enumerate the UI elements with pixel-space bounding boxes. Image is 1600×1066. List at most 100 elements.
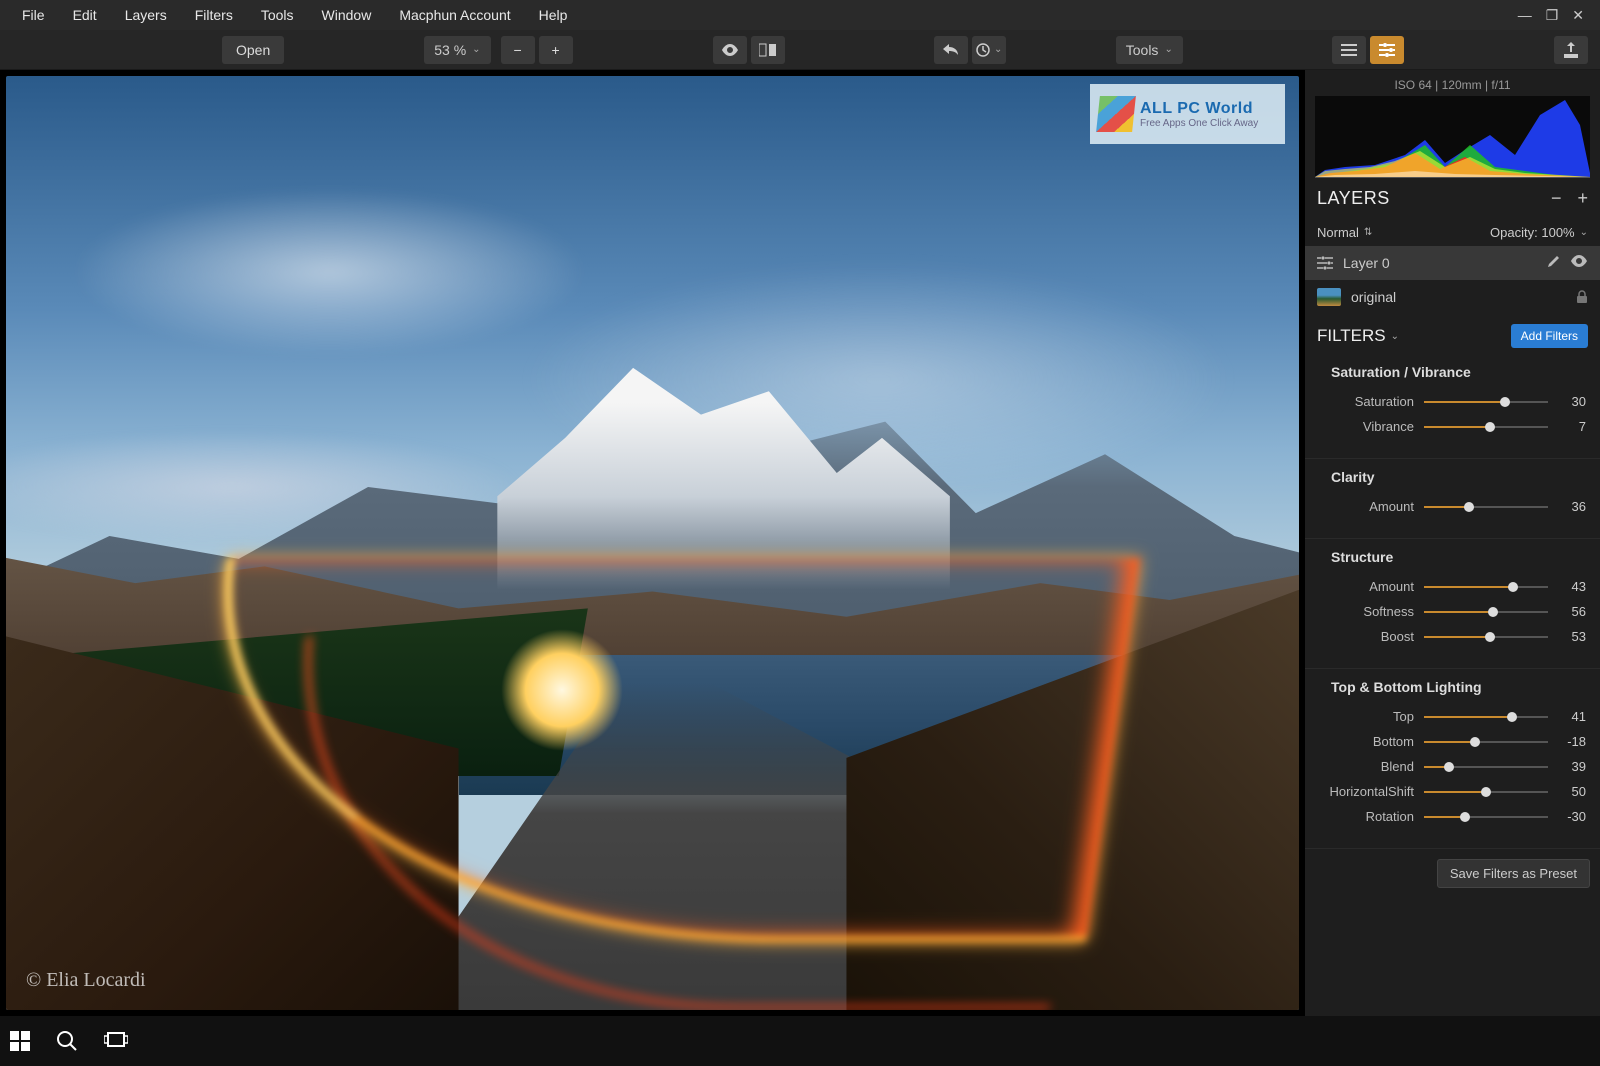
menu-tools[interactable]: Tools [247,0,308,30]
slider-label: Amount [1319,579,1414,594]
slider-row: Softness56 [1319,604,1586,619]
slider-label: Top [1319,709,1414,724]
slider-track[interactable] [1424,586,1548,588]
menu-filters[interactable]: Filters [181,0,247,30]
slider-value: 50 [1558,784,1586,799]
slider-track[interactable] [1424,766,1548,768]
tools-dropdown[interactable]: Tools⌄ [1116,36,1183,64]
watermark-subtitle: Free Apps One Click Away [1140,118,1258,129]
filter-group-title: Clarity [1331,469,1586,485]
slider-row: Rotation -30 [1319,809,1586,824]
brush-icon[interactable] [1544,255,1560,271]
canvas-area[interactable]: © Elia Locardi ALL PC World Free Apps On… [0,70,1305,1016]
slider-value: 36 [1558,499,1586,514]
remove-layer-button[interactable]: − [1551,188,1562,209]
slider-knob[interactable] [1470,737,1480,747]
slider-knob[interactable] [1444,762,1454,772]
filter-group: StructureAmount43Softness56Boost53 [1305,539,1600,669]
opacity-select[interactable]: 100%⌄ [1541,225,1588,240]
filters-panel-title[interactable]: FILTERS⌄ [1317,326,1399,346]
export-button[interactable] [1554,36,1588,64]
undo-button[interactable] [934,36,968,64]
zoom-out-button[interactable]: − [501,36,535,64]
slider-track[interactable] [1424,636,1548,638]
layer-adjust-icon [1317,256,1333,270]
slider-track[interactable] [1424,716,1548,718]
history-button[interactable]: ⌄ [972,36,1006,64]
slider-track[interactable] [1424,611,1548,613]
preview-button[interactable] [713,36,747,64]
slider-value: 7 [1558,419,1586,434]
add-layer-button[interactable]: + [1577,188,1588,209]
filter-group-title: Top & Bottom Lighting [1331,679,1586,695]
slider-knob[interactable] [1508,582,1518,592]
slider-knob[interactable] [1500,397,1510,407]
slider-row: Amount 36 [1319,499,1586,514]
slider-track[interactable] [1424,791,1548,793]
slider-row: Boost53 [1319,629,1586,644]
image-metadata: ISO 64 | 120mm | f/11 [1315,78,1590,92]
zoom-in-button[interactable]: + [539,36,573,64]
slider-knob[interactable] [1481,787,1491,797]
slider-label: Rotation [1319,809,1414,824]
image-credit: © Elia Locardi [26,969,146,992]
watermark-icon [1096,96,1136,132]
task-view-icon[interactable] [104,1032,128,1050]
slider-knob[interactable] [1488,607,1498,617]
slider-track[interactable] [1424,401,1548,403]
slider-knob[interactable] [1464,502,1474,512]
filter-group: Saturation / Vibrance Saturation30 Vibranc… [1305,354,1600,459]
slider-knob[interactable] [1485,632,1495,642]
opacity-label: Opacity: [1490,225,1538,240]
slider-knob[interactable] [1485,422,1495,432]
menu-layers[interactable]: Layers [111,0,181,30]
filter-group-title: Saturation / Vibrance [1331,364,1586,380]
menu-window[interactable]: Window [308,0,386,30]
chevron-down-icon: ⌄ [1164,44,1172,55]
slider-knob[interactable] [1507,712,1517,722]
layer-item[interactable]: original [1305,279,1600,314]
slider-row: HorizontalShift50 [1319,784,1586,799]
slider-knob[interactable] [1460,812,1470,822]
layer-name: original [1351,289,1396,305]
windows-taskbar [0,1016,1600,1066]
lock-icon[interactable] [1576,290,1588,304]
slider-label: Blend [1319,759,1414,774]
slider-track[interactable] [1424,816,1548,818]
minimize-button[interactable]: — [1518,7,1532,23]
chevron-down-icon: ⌄ [472,44,480,55]
slider-track[interactable] [1424,426,1548,428]
open-button[interactable]: Open [222,36,284,64]
add-filters-button[interactable]: Add Filters [1511,324,1588,348]
slider-track[interactable] [1424,741,1548,743]
slider-label: Amount [1319,499,1414,514]
slider-value: -30 [1558,809,1586,824]
slider-row: Saturation30 [1319,394,1586,409]
slider-track[interactable] [1424,506,1548,508]
slider-label: Softness [1319,604,1414,619]
layer-item[interactable]: Layer 0 [1305,246,1600,279]
maximize-button[interactable]: ❐ [1546,7,1559,24]
menu-edit[interactable]: Edit [59,0,111,30]
filter-group: Top & Bottom LightingTop41Bottom-18Blend… [1305,669,1600,849]
close-button[interactable]: ✕ [1572,7,1584,24]
layer-thumbnail [1317,288,1341,306]
slider-value: 53 [1558,629,1586,644]
search-icon[interactable] [56,1030,78,1052]
save-preset-button[interactable]: Save Filters as Preset [1437,859,1590,888]
slider-label: Vibrance [1319,419,1414,434]
menu-account[interactable]: Macphun Account [385,0,524,30]
compare-button[interactable] [751,36,785,64]
adjust-view-button[interactable] [1370,36,1404,64]
menu-file[interactable]: File [8,0,59,30]
menu-help[interactable]: Help [525,0,582,30]
filter-group: Clarity Amount 36 [1305,459,1600,539]
start-button[interactable] [10,1031,30,1051]
presets-view-button[interactable] [1332,36,1366,64]
slider-value: 43 [1558,579,1586,594]
blend-mode-select[interactable]: Normal ⇅ [1317,225,1372,240]
slider-row: Amount 43 [1319,579,1586,594]
visibility-icon[interactable] [1570,255,1588,271]
zoom-dropdown[interactable]: 53 %⌄ [424,36,490,64]
histogram[interactable] [1315,96,1590,178]
